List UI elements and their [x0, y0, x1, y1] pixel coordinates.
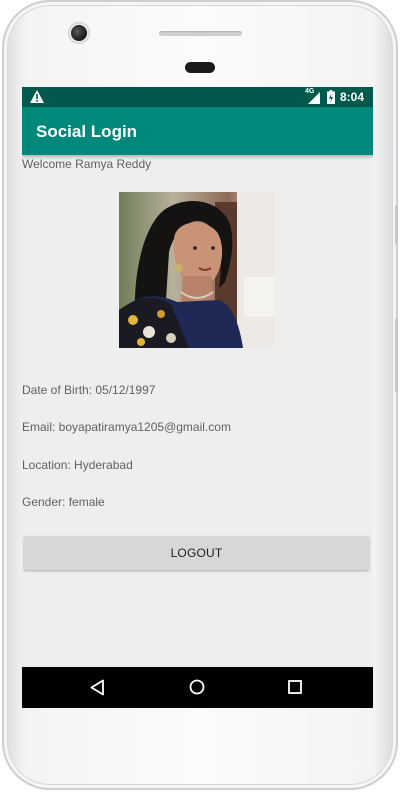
profile-photo [119, 192, 275, 348]
logout-button[interactable]: LOGOUT [24, 536, 369, 570]
warning-icon [30, 90, 44, 103]
earpiece-speaker [159, 31, 242, 36]
status-bar: 4G 8:04 [22, 87, 373, 107]
welcome-text: Welcome Ramya Reddy [22, 157, 152, 171]
front-camera [71, 25, 87, 41]
navigation-bar [22, 667, 373, 708]
screen: 4G 8:04 Social Login Welcome Ramya Reddy [22, 87, 373, 708]
signal-icon [308, 92, 320, 104]
volume-button [395, 205, 398, 245]
battery-icon [327, 90, 335, 104]
date-of-birth-text: Date of Birth: 05/12/1997 [22, 383, 156, 397]
clock: 8:04 [340, 90, 365, 104]
location-text: Location: Hyderabad [22, 458, 133, 472]
gender-text: Gender: female [22, 495, 105, 509]
proximity-sensor [185, 62, 215, 73]
app-title: Social Login [36, 122, 138, 141]
email-text: Email: boyapatiramya1205@gmail.com [22, 420, 231, 434]
back-icon[interactable] [90, 679, 105, 696]
power-button [395, 318, 398, 393]
profile-photo-illustration [119, 192, 275, 348]
home-icon[interactable] [189, 679, 205, 695]
app-bar: Social Login [22, 107, 373, 155]
recents-icon[interactable] [288, 680, 302, 694]
